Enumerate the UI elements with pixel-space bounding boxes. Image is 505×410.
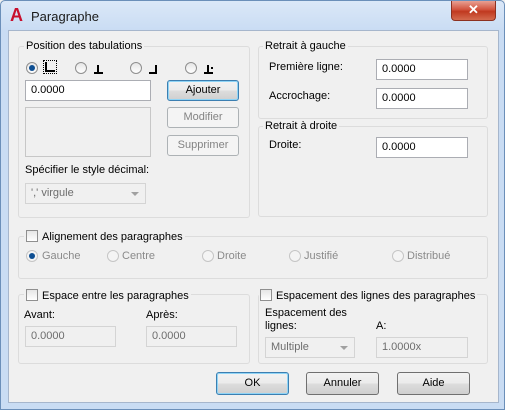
tab-positions-list[interactable] (25, 107, 151, 157)
autocad-a-icon: A (10, 5, 23, 25)
tab-right-icon (149, 65, 157, 74)
before-label: Avant: (24, 309, 55, 321)
align-distribute-label: Distribué (407, 250, 451, 262)
tab-position-input[interactable]: 0.0000 (25, 80, 151, 101)
at-input[interactable]: 1.0000x (376, 337, 468, 358)
spacing-label-line2: lignes: (265, 320, 297, 332)
first-line-label: Première ligne: (269, 61, 343, 73)
before-input[interactable]: 0.0000 (25, 326, 116, 347)
window-title: Paragraphe (31, 9, 99, 24)
tabs-group-label: Position des tabulations (24, 40, 145, 52)
decimal-style-select[interactable]: ',' virgule (25, 183, 146, 204)
paragraph-spacing-label: Espace entre les paragraphes (42, 290, 189, 302)
delete-button[interactable]: Supprimer (167, 135, 239, 156)
tab-decimal-radio[interactable] (185, 62, 197, 74)
title-bar[interactable]: A Paragraphe (1, 1, 504, 30)
align-distribute-radio[interactable] (392, 250, 404, 262)
align-center-radio[interactable] (107, 250, 119, 262)
ok-button[interactable]: OK (216, 372, 289, 395)
spacing-label-line1: Espacement des (265, 307, 347, 319)
line-spacing-select[interactable]: Multiple (265, 337, 355, 358)
tab-center-icon-stem (97, 65, 99, 73)
cancel-button[interactable]: Annuler (306, 372, 379, 395)
alignment-header: Alignement des paragraphes (24, 230, 185, 243)
decimal-style-label: Spécifier le style décimal: (25, 164, 150, 176)
after-label: Après: (146, 309, 178, 321)
alignment-checkbox[interactable] (26, 230, 38, 242)
alignment-label: Alignement des paragraphes (42, 231, 183, 243)
align-left-radio[interactable] (26, 250, 38, 262)
tab-center-radio[interactable] (75, 62, 87, 74)
tab-left-radio[interactable] (26, 62, 38, 74)
align-right-label: Droite (217, 250, 247, 262)
modify-button[interactable]: Modifier (167, 107, 239, 128)
decimal-style-value: ',' virgule (31, 187, 74, 199)
hanging-input[interactable]: 0.0000 (376, 88, 468, 109)
align-center-label: Centre (122, 250, 156, 262)
tab-decimal-icon-dot (211, 67, 213, 69)
align-justify-radio[interactable] (289, 250, 301, 262)
right-label: Droite: (269, 139, 302, 151)
tab-left-icon (43, 60, 57, 74)
left-indent-label: Retrait à gauche (263, 40, 348, 52)
chevron-down-icon (340, 346, 348, 350)
help-button[interactable]: Aide (397, 372, 470, 395)
first-line-input[interactable]: 0.0000 (376, 59, 468, 80)
paragraph-spacing-checkbox[interactable] (26, 289, 38, 301)
align-right-radio[interactable] (202, 250, 214, 262)
right-input[interactable]: 0.0000 (376, 137, 468, 158)
close-button[interactable]: ✕ (451, 1, 496, 21)
line-spacing-header: Espacement des lignes des paragraphes (259, 289, 478, 302)
tab-right-radio[interactable] (130, 62, 142, 74)
tab-decimal-icon-stem (207, 65, 209, 73)
hanging-label: Accrochage: (269, 90, 331, 102)
line-spacing-value: Multiple (271, 341, 309, 353)
chevron-down-icon (131, 192, 139, 196)
at-label: A: (376, 320, 387, 332)
align-justify-label: Justifié (304, 250, 339, 262)
after-input[interactable]: 0.0000 (146, 326, 237, 347)
right-indent-label: Retrait à droite (263, 120, 340, 132)
paragraph-spacing-header: Espace entre les paragraphes (24, 289, 191, 302)
add-button[interactable]: Ajouter (167, 80, 239, 101)
align-left-label: Gauche (42, 250, 81, 262)
line-spacing-checkbox[interactable] (260, 289, 272, 301)
line-spacing-label: Espacement des lignes des paragraphes (276, 290, 476, 302)
